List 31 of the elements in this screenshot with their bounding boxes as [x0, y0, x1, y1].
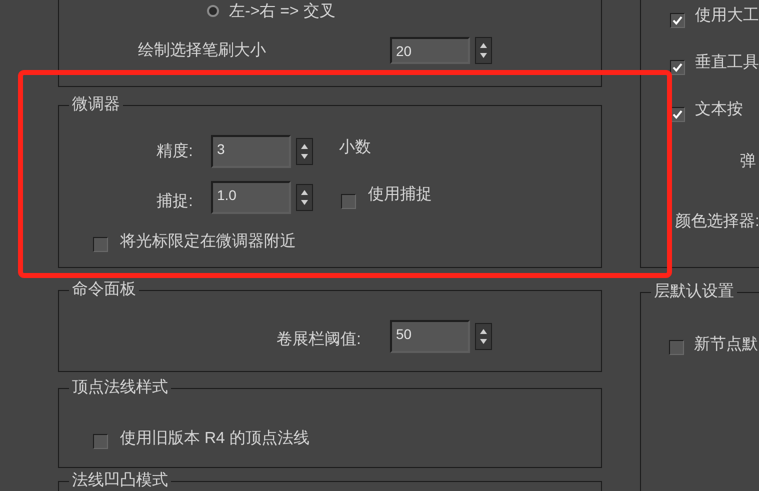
checkbox[interactable] [669, 340, 684, 354]
radio-button[interactable] [207, 5, 219, 17]
label: 颜色选择器: [675, 212, 759, 232]
number-field[interactable]: 50 [390, 320, 470, 353]
checkbox[interactable] [670, 60, 685, 74]
label: 绘制选择笔刷大小 [138, 40, 267, 60]
label: 使用大工 [695, 6, 759, 26]
number-field[interactable]: 20 [390, 37, 470, 64]
group-title: 顶点法线样式 [69, 378, 171, 398]
checkbox[interactable] [341, 194, 356, 208]
label: 使用捕捉 [368, 184, 432, 205]
number-field[interactable]: 3 [211, 135, 291, 168]
spinner-arrows[interactable] [475, 323, 492, 350]
label: 捕捉: [156, 192, 193, 212]
number-field[interactable]: 1.0 [211, 180, 291, 214]
label: 使用旧版本 R4 的顶点法线 [120, 428, 310, 449]
spinner-arrows[interactable] [475, 37, 492, 64]
checkbox[interactable] [670, 12, 685, 28]
label: 将光标限定在微调器附近 [120, 232, 296, 252]
label: 卷展栏阈值: [276, 330, 361, 350]
spinner-arrows[interactable] [296, 138, 313, 165]
label: 弹 [740, 152, 756, 172]
label: 文本按 [695, 100, 743, 120]
spinner-arrows[interactable] [296, 184, 313, 210]
label: 小数 [339, 138, 371, 158]
label: 垂直工具 [695, 52, 759, 73]
label: 精度: [156, 142, 193, 162]
checkbox[interactable] [93, 236, 108, 252]
label: 新节点默 [694, 334, 758, 355]
label: 左->右 => 交叉 [229, 2, 336, 22]
checkbox[interactable] [93, 434, 108, 448]
